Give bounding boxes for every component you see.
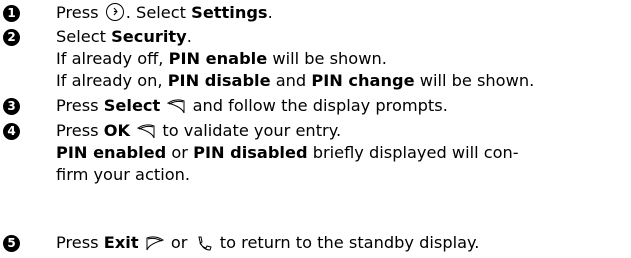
punctuation: . [267,3,273,22]
step-line: Press . Select Settings. [56,2,273,24]
step-text: If already on, [56,71,163,90]
softkey-ok-label: OK [103,121,131,140]
menu-option-security: Security [111,27,187,46]
step-number-badge: 4 [3,123,20,140]
step-text: and [275,71,307,90]
step-text: firm your action. [56,165,190,184]
menu-key-icon [105,3,124,21]
step-text: or [171,143,188,162]
option-pin-change: PIN change [311,71,415,90]
step-line: Press Select and follow the display prom… [56,95,448,117]
menu-option-settings: Settings [191,3,268,22]
step-number-badge: 1 [3,5,20,22]
step-text: Select [56,27,106,46]
step-number-badge: 5 [3,235,20,252]
instruction-page: { "steps": [ { "number": "1", "lines": [… [0,0,631,258]
message-pin-enabled: PIN enabled [56,143,167,162]
step-text: and follow the display prompts. [192,96,448,115]
step-text: or [170,233,188,252]
step-text: to return to the standby display. [219,233,480,252]
step-line: If already on, PIN disable and PIN chang… [56,70,534,92]
step-line: Press OK to validate your entry. [56,120,341,142]
option-pin-disable: PIN disable [167,71,271,90]
step-text: will be shown. [419,71,535,90]
step-text: Press [56,96,99,115]
step-text: to validate your entry. [162,121,342,140]
softkey-exit-label: Exit [103,233,139,252]
step-number-badge: 2 [3,29,20,46]
step-text: Press [56,121,99,140]
step-line: PIN enabled or PIN disabled briefly disp… [56,142,519,164]
message-pin-disabled: PIN disabled [193,143,308,162]
step-text: If already off, [56,49,164,68]
left-softkey-icon [146,236,164,251]
step-text: briefly displayed will con- [312,143,519,162]
step-text: Press [56,233,99,252]
step-line: firm your action. [56,164,190,186]
punctuation: . [186,27,192,46]
right-softkey-icon [167,99,185,114]
right-softkey-icon [137,124,155,139]
step-line: Press Exit or to return to the standby d… [56,232,479,254]
step-text: will be shown. [272,49,387,68]
option-pin-enable: PIN enable [168,49,268,68]
end-call-key-icon [198,236,212,251]
step-line: Select Security. [56,26,192,48]
step-text: Press [56,3,99,22]
softkey-select-label: Select [103,96,161,115]
step-text: . Select [125,3,186,22]
step-number-badge: 3 [3,98,20,115]
step-line: If already off, PIN enable will be shown… [56,48,387,70]
